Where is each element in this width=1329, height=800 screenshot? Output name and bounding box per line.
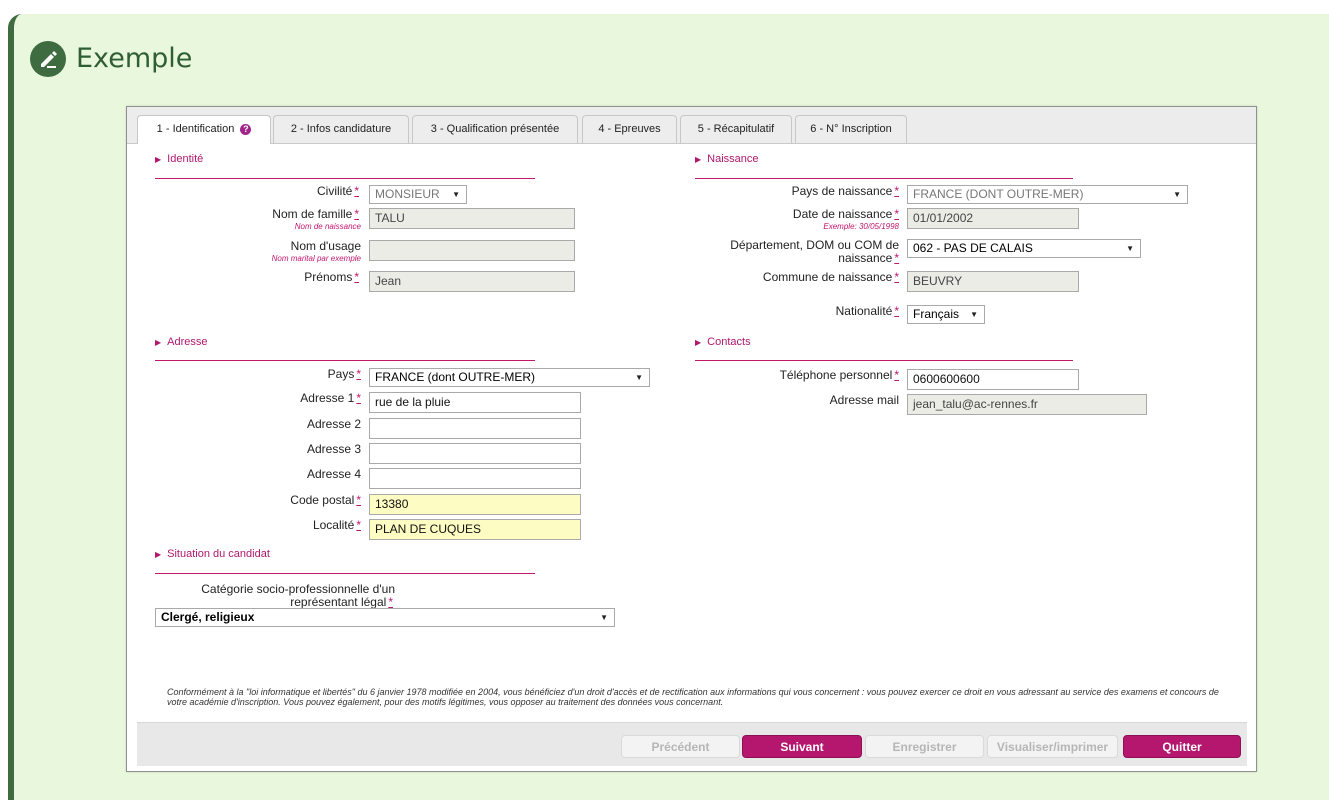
quit-button[interactable]: Quitter (1123, 735, 1241, 758)
tab-label: 1 - Identification (156, 123, 235, 135)
nom-famille-label: Nom de famille * (272, 207, 359, 221)
tab-identification[interactable]: 1 - Identification? (137, 115, 271, 144)
departement-label-2: naissance * (838, 251, 899, 265)
categorie-label: Catégorie socio-professionnelle d'un (201, 582, 395, 596)
section-divider (155, 360, 535, 361)
caret-down-icon: ▼ (1126, 244, 1134, 253)
caret-down-icon: ▼ (635, 373, 643, 382)
adresse1-label: Adresse 1 * (300, 391, 361, 405)
nom-usage-field[interactable] (369, 240, 575, 261)
mail-field[interactable]: jean_talu@ac-rennes.fr (907, 394, 1147, 415)
section-adresse: ▶ Adresse (155, 336, 208, 348)
date-naissance-field[interactable]: 01/01/2002 (907, 208, 1079, 229)
civilite-label: Civilité * (316, 184, 359, 198)
section-contacts: ▶ Contacts (695, 336, 751, 348)
triangle-right-icon: ▶ (695, 338, 702, 347)
caret-down-icon: ▼ (452, 190, 460, 199)
section-identite: ▶ Identité (155, 153, 204, 165)
localite-label: Localité * (312, 518, 361, 532)
adresse4-label: Adresse 4 (306, 467, 361, 481)
section-naissance: ▶ Naissance (695, 153, 759, 165)
date-naissance-label: Date de naissance * (792, 207, 899, 221)
save-button[interactable]: Enregistrer (865, 735, 984, 758)
triangle-right-icon: ▶ (155, 338, 162, 347)
section-divider (695, 360, 1073, 361)
section-divider (155, 573, 535, 574)
tab-recapitulatif[interactable]: 5 - Récapitulatif (680, 115, 792, 143)
nationalite-select[interactable]: Français ▼ (907, 305, 985, 324)
nationalite-label: Nationalité * (835, 304, 899, 318)
triangle-right-icon: ▶ (155, 155, 162, 164)
commune-naissance-field[interactable]: BEUVRY (907, 271, 1079, 292)
adresse2-field[interactable] (369, 418, 581, 439)
departement-label: Département, DOM ou COM de (730, 238, 899, 252)
nom-famille-field[interactable]: TALU (369, 208, 575, 229)
section-situation: ▶ Situation du candidat (155, 548, 270, 560)
mail-label: Adresse mail (829, 393, 899, 407)
nom-usage-hint: Nom marital par exemple (271, 254, 361, 263)
panel-title: Exemple (76, 43, 193, 74)
tab-inscription[interactable]: 6 - N° Inscription (795, 115, 907, 143)
triangle-right-icon: ▶ (155, 550, 162, 559)
adresse2-label: Adresse 2 (306, 417, 361, 431)
code-postal-field[interactable]: 13380 (369, 494, 581, 515)
section-divider (695, 178, 1073, 179)
caret-down-icon: ▼ (600, 613, 608, 622)
caret-down-icon: ▼ (970, 310, 978, 319)
adresse3-field[interactable] (369, 443, 581, 464)
section-divider (155, 178, 535, 179)
date-naissance-hint: Exemple: 30/05/1998 (823, 222, 899, 231)
pays-select[interactable]: FRANCE (dont OUTRE-MER) ▼ (369, 368, 650, 387)
prenoms-label: Prénoms * (304, 270, 359, 284)
tab-epreuves[interactable]: 4 - Epreuves (582, 115, 677, 143)
action-bar: Précédent Suivant Enregistrer Visualiser… (137, 722, 1247, 766)
legal-notice: Conformément à la "loi informatique et l… (167, 687, 1219, 707)
pays-naissance-label: Pays de naissance * (791, 184, 899, 198)
localite-field[interactable]: PLAN DE CUQUES (369, 519, 581, 540)
triangle-right-icon: ▶ (695, 155, 702, 164)
previous-button[interactable]: Précédent (621, 735, 740, 758)
telephone-field[interactable]: 0600600600 (907, 369, 1079, 390)
nom-usage-label: Nom d'usage (290, 239, 361, 253)
application-window: 1 - Identification? 2 - Infos candidatur… (126, 106, 1257, 772)
caret-down-icon: ▼ (1173, 190, 1181, 199)
help-icon[interactable]: ? (240, 123, 252, 135)
adresse4-field[interactable] (369, 468, 581, 489)
tab-qualification[interactable]: 3 - Qualification présentée (412, 115, 578, 143)
prenoms-field[interactable]: Jean (369, 271, 575, 292)
next-button[interactable]: Suivant (742, 735, 862, 758)
code-postal-label: Code postal * (290, 493, 361, 507)
pays-label: Pays * (327, 367, 361, 381)
commune-naissance-label: Commune de naissance * (762, 270, 899, 284)
categorie-label-2: représentant légal * (290, 595, 393, 609)
pencil-icon (30, 41, 66, 77)
telephone-label: Téléphone personnel * (779, 368, 899, 382)
adresse1-field[interactable]: rue de la pluie (369, 392, 581, 413)
tab-infos-candidature[interactable]: 2 - Infos candidature (273, 115, 409, 143)
print-button[interactable]: Visualiser/imprimer (987, 735, 1118, 758)
departement-select[interactable]: 062 - PAS DE CALAIS ▼ (907, 239, 1141, 258)
categorie-select[interactable]: Clergé, religieux ▼ (155, 608, 615, 627)
pays-naissance-select[interactable]: FRANCE (DONT OUTRE-MER) ▼ (907, 185, 1188, 204)
nom-famille-hint: Nom de naissance (294, 222, 361, 231)
tab-bar: 1 - Identification? 2 - Infos candidatur… (127, 107, 1256, 144)
civilite-select[interactable]: MONSIEUR ▼ (369, 185, 467, 204)
adresse3-label: Adresse 3 (306, 442, 361, 456)
